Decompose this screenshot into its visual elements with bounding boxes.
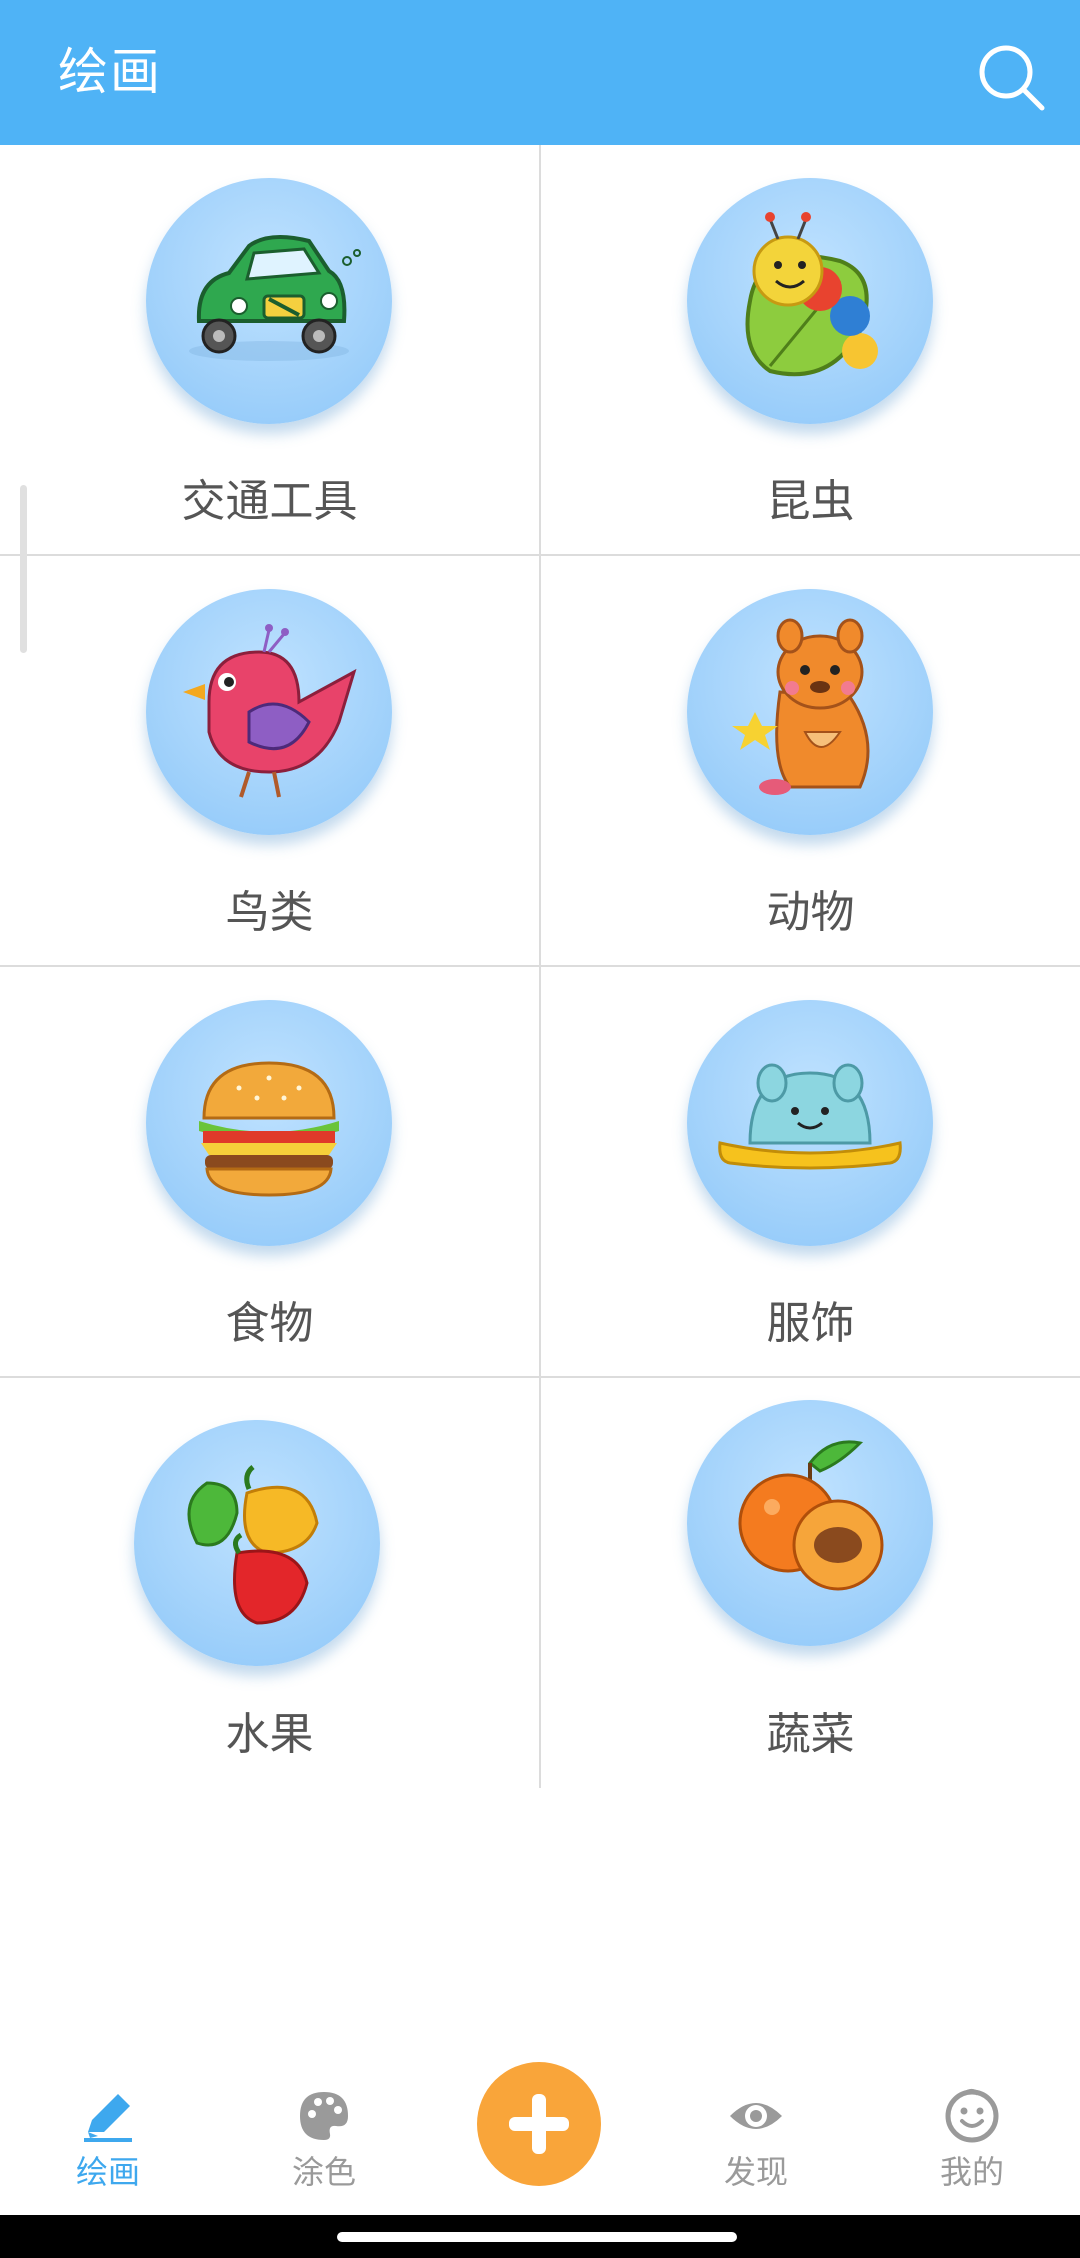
kangaroo-icon bbox=[732, 618, 870, 795]
apricot-icon bbox=[738, 1440, 884, 1591]
category-birds[interactable]: 鸟类 bbox=[0, 556, 539, 966]
hamburger-icon bbox=[199, 1061, 339, 1197]
category-clothing[interactable]: 服饰 bbox=[541, 967, 1080, 1377]
category-label: 水果 bbox=[225, 1709, 314, 1760]
category-label: 食物 bbox=[225, 1298, 314, 1349]
peppers-icon bbox=[187, 1465, 319, 1625]
category-image bbox=[134, 1420, 380, 1666]
category-label: 昆虫 bbox=[766, 476, 855, 527]
category-label: 动物 bbox=[766, 887, 855, 938]
category-image bbox=[146, 178, 392, 424]
tab-label: 绘画 bbox=[75, 2153, 140, 2191]
category-fruits[interactable]: 水果 bbox=[0, 1378, 539, 1788]
tab-label: 我的 bbox=[939, 2153, 1004, 2191]
smiley-face-icon bbox=[945, 2089, 999, 2143]
category-insects[interactable]: 昆虫 bbox=[541, 145, 1080, 555]
category-image bbox=[146, 589, 392, 835]
category-label: 鸟类 bbox=[225, 887, 314, 938]
add-button[interactable] bbox=[477, 2062, 601, 2186]
tab-discover[interactable]: 发现 bbox=[648, 2070, 864, 2215]
category-image bbox=[146, 1000, 392, 1246]
tab-drawing[interactable]: 绘画 bbox=[0, 2070, 216, 2215]
system-navigation-bar bbox=[0, 2215, 1080, 2258]
category-food[interactable]: 食物 bbox=[0, 967, 539, 1377]
category-image bbox=[687, 589, 933, 835]
car-icon bbox=[189, 235, 361, 361]
category-image bbox=[687, 1000, 933, 1246]
category-vehicles[interactable]: 交通工具 bbox=[0, 145, 539, 555]
category-animals[interactable]: 动物 bbox=[541, 556, 1080, 966]
category-label: 服饰 bbox=[766, 1298, 855, 1349]
app-header: 绘画 bbox=[0, 0, 1080, 145]
page-title: 绘画 bbox=[58, 43, 162, 101]
bird-icon bbox=[183, 624, 357, 798]
search-icon bbox=[979, 45, 1045, 111]
search-button[interactable] bbox=[972, 38, 1052, 118]
category-label: 交通工具 bbox=[181, 476, 358, 527]
category-image bbox=[687, 178, 933, 424]
category-image bbox=[687, 1400, 933, 1646]
hat-icon bbox=[718, 1063, 902, 1170]
tab-label: 涂色 bbox=[291, 2153, 356, 2191]
category-vegetables[interactable]: 蔬菜 bbox=[541, 1378, 1080, 1788]
caterpillar-icon bbox=[745, 212, 878, 377]
tab-mine[interactable]: 我的 bbox=[864, 2070, 1080, 2215]
tab-label: 发现 bbox=[723, 2153, 788, 2191]
tab-coloring[interactable]: 涂色 bbox=[216, 2070, 432, 2215]
pencil-icon bbox=[84, 2094, 132, 2142]
palette-icon bbox=[300, 2092, 348, 2140]
category-grid: 交通工具 昆虫 鸟类 动物 食物 服饰 水果 蔬菜 bbox=[0, 145, 1080, 1788]
category-label: 蔬菜 bbox=[766, 1709, 855, 1760]
eye-icon bbox=[730, 2103, 782, 2129]
home-indicator[interactable] bbox=[337, 2232, 737, 2242]
